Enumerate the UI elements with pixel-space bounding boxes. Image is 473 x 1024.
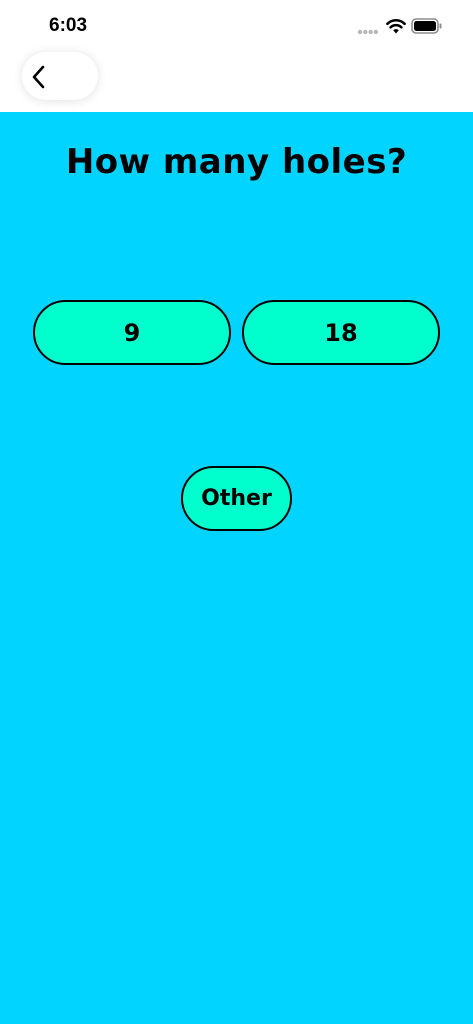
option-9-holes-button[interactable]: 9: [33, 300, 231, 365]
option-18-label: 18: [324, 318, 358, 347]
wifi-icon: [386, 19, 406, 34]
back-button[interactable]: [22, 52, 98, 100]
status-time: 6:03: [49, 15, 88, 36]
option-9-label: 9: [123, 318, 141, 347]
chevron-left-icon: [32, 65, 45, 89]
option-18-holes-button[interactable]: 18: [242, 300, 440, 365]
status-bar: 6:03: [0, 0, 473, 50]
question-screen: How many holes? 9 18 Other: [0, 112, 473, 1024]
page-title: How many holes?: [65, 142, 408, 182]
cellular-signal-icon: [357, 29, 379, 35]
option-other-button[interactable]: Other: [181, 466, 292, 531]
battery-icon: [411, 18, 442, 34]
nav-bar: [0, 50, 473, 112]
option-other-label: Other: [201, 486, 272, 511]
